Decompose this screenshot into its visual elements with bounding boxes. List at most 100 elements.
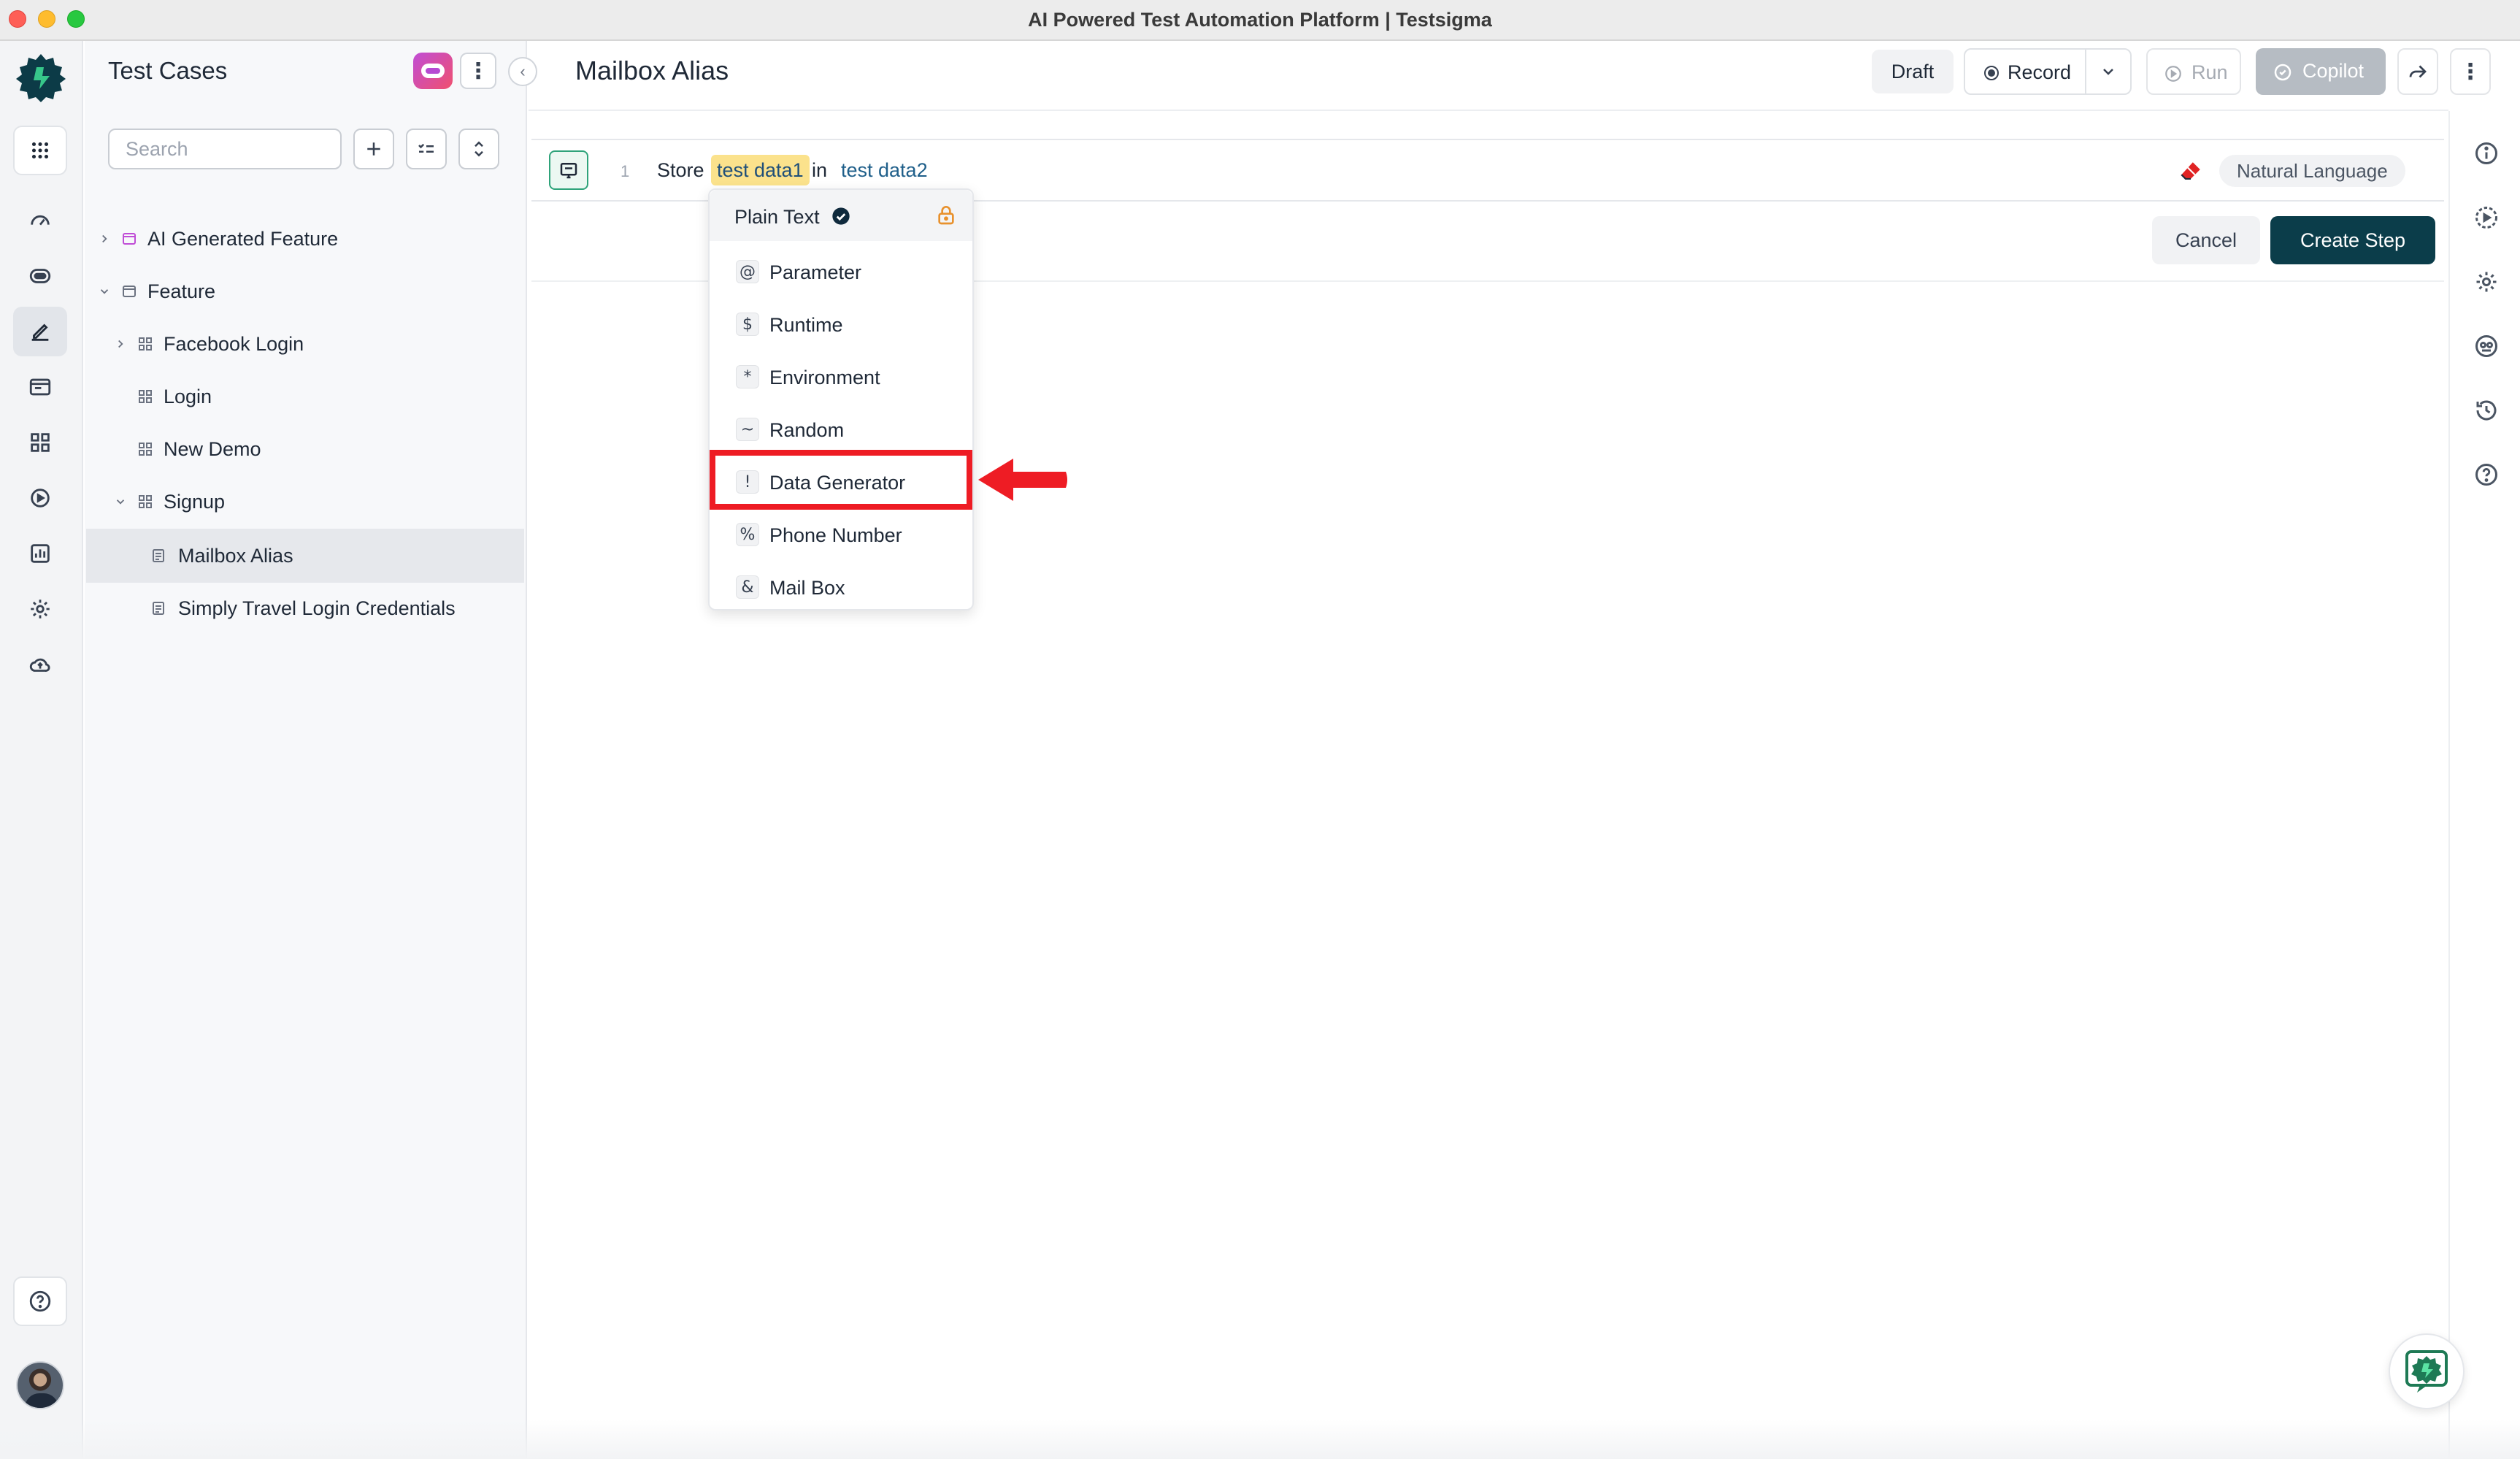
test-data-token-2[interactable]: test data2 [841, 159, 928, 182]
test-cases-panel: Test Cases ⋮ ‹ Search AI Generated Featu… [85, 41, 537, 1459]
robot-icon [29, 269, 51, 283]
reports-nav-button[interactable] [13, 529, 67, 578]
step-verb: Store [657, 159, 704, 181]
suite-icon [136, 440, 155, 459]
tree-item-login[interactable]: Login [86, 371, 524, 422]
tree-item-signup[interactable]: Signup [86, 476, 524, 527]
check-circle-icon [832, 207, 850, 225]
user-avatar[interactable] [16, 1361, 64, 1409]
step-settings-button[interactable] [2472, 267, 2501, 296]
apps-grid-button[interactable] [13, 126, 67, 175]
record-button[interactable]: Record [1964, 48, 2132, 95]
search-input[interactable]: Search [108, 129, 342, 169]
dashboard-icon [31, 215, 50, 226]
run-label: Run [2191, 61, 2228, 83]
dropdown-item-label: Environment [769, 367, 880, 388]
share-button[interactable] [2397, 48, 2438, 95]
chevron-right-icon[interactable] [112, 336, 128, 352]
settings-icon [2476, 272, 2497, 292]
status-badge[interactable]: Draft [1872, 50, 1954, 93]
elements-nav-button[interactable] [13, 418, 67, 467]
copilot-agent-button[interactable] [13, 251, 67, 301]
history-icon [2476, 400, 2497, 421]
help-button[interactable] [13, 1276, 67, 1326]
run-button[interactable]: Run [2146, 48, 2241, 95]
eraser-icon[interactable] [2178, 159, 2203, 184]
ai-agent-icon [421, 64, 445, 78]
assistant-fab-button[interactable] [2389, 1333, 2465, 1409]
dropdown-item-plain-text[interactable]: Plain Text [710, 190, 972, 241]
tree-item-simply-travel-login-credentials[interactable]: Simply Travel Login Credentials [86, 583, 524, 634]
cloud-upload-nav-button[interactable] [13, 640, 67, 689]
elements-icon [31, 433, 50, 452]
dropdown-item-runtime[interactable]: $ Runtime [710, 298, 972, 351]
dropdown-item-phone-number[interactable]: % Phone Number [710, 508, 972, 561]
dropdown-item-parameter[interactable]: @ Parameter [710, 245, 972, 298]
checklist-icon [418, 143, 434, 153]
run-history-button[interactable] [2472, 203, 2501, 232]
tree-item-new-demo[interactable]: New Demo [86, 424, 524, 475]
random-symbol-icon: ~ [736, 418, 759, 441]
dropdown-item-label: Random [769, 419, 845, 441]
cloud-upload-icon [29, 658, 50, 672]
testsigma-logo-icon[interactable] [15, 51, 67, 104]
dropdown-item-environment[interactable]: * Environment [710, 351, 972, 403]
tree-item-facebook-login[interactable]: Facebook Login [86, 318, 524, 369]
left-nav-rail [0, 41, 83, 1459]
panel-title: Test Cases [108, 57, 228, 84]
copilot-button[interactable]: Copilot [2256, 48, 2386, 95]
test-data-nav-button[interactable] [13, 362, 67, 412]
tree-item-label: Mailbox Alias [178, 544, 293, 567]
more-options-button[interactable]: ⋮ [2450, 48, 2491, 95]
chevron-down-icon[interactable] [2100, 63, 2117, 80]
phone-number-symbol-icon: % [736, 523, 759, 546]
divider [2085, 50, 2086, 93]
reports-icon [31, 544, 50, 563]
test-cases-icon [31, 323, 49, 341]
create-step-button[interactable]: Create Step [2270, 216, 2435, 264]
header-divider [529, 110, 2448, 111]
cancel-button[interactable]: Cancel [2152, 216, 2260, 264]
tree-item-feature[interactable]: Feature [86, 266, 524, 317]
chevron-right-icon[interactable] [96, 231, 112, 247]
filter-list-button[interactable] [406, 129, 447, 169]
info-button[interactable] [2472, 139, 2501, 168]
tree-item-label: Login [164, 385, 212, 407]
ai-agent-button[interactable] [413, 53, 453, 89]
panel-more-button[interactable]: ⋮ [460, 53, 496, 89]
dashboard-button[interactable] [13, 196, 67, 245]
test-data-token-1[interactable]: test data1 [711, 155, 810, 185]
dropdown-item-label: Runtime [769, 314, 843, 336]
chevron-down-icon[interactable] [112, 494, 128, 510]
runs-nav-button[interactable] [13, 473, 67, 523]
test-cases-nav-button[interactable] [13, 307, 67, 356]
settings-icon [31, 600, 50, 619]
chevron-down-icon[interactable] [96, 283, 112, 299]
add-button[interactable] [353, 129, 394, 169]
help-button[interactable] [2472, 460, 2501, 489]
expand-collapse-button[interactable] [458, 129, 499, 169]
dropdown-item-mail-box[interactable]: & Mail Box [710, 561, 972, 613]
lock-icon[interactable] [934, 203, 958, 226]
help-icon [2475, 464, 2497, 486]
settings-nav-button[interactable] [13, 584, 67, 634]
suite-icon [136, 334, 155, 353]
record-icon [1984, 66, 1999, 80]
history-button[interactable] [2472, 396, 2501, 425]
plus-icon [367, 142, 380, 156]
window-titlebar: AI Powered Test Automation Platform | Te… [0, 0, 2520, 41]
step-type-button[interactable] [549, 150, 588, 190]
step-type-icon [560, 163, 577, 179]
dropdown-item-random[interactable]: ~ Random [710, 403, 972, 456]
bottom-fade [0, 1420, 2520, 1459]
copilot-icon [2274, 64, 2292, 81]
dry-run-button[interactable] [2472, 332, 2501, 361]
suite-icon [136, 492, 155, 511]
tree-item-ai-generated-feature[interactable]: AI Generated Feature [86, 213, 524, 264]
tree-item-mailbox-alias[interactable]: Mailbox Alias [86, 529, 524, 583]
collapse-panel-button[interactable]: ‹ [508, 57, 537, 86]
tree-item-label: AI Generated Feature [147, 227, 339, 250]
tree-item-label: Facebook Login [164, 332, 304, 355]
copilot-label: Copilot [2302, 60, 2365, 82]
natural-language-chip[interactable]: Natural Language [2219, 155, 2405, 187]
